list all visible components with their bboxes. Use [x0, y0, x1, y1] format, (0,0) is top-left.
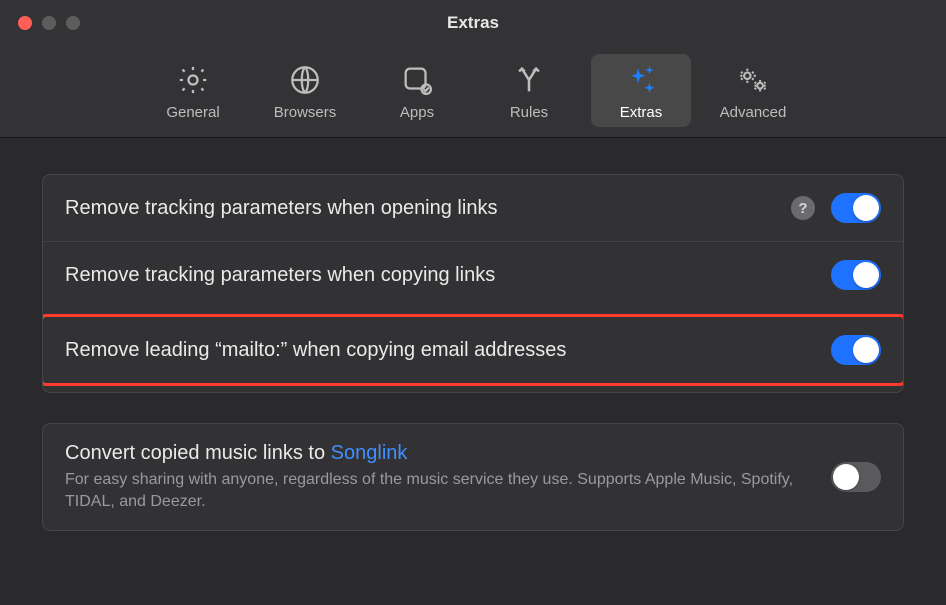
row-label: Remove tracking parameters when opening … — [65, 197, 775, 220]
label-text: Convert copied music links to — [65, 442, 331, 464]
highlighted-row: Remove leading “mailto:” when copying em… — [42, 314, 904, 386]
maximize-window-button[interactable] — [66, 16, 80, 30]
toolbar: General Browsers Apps Rules Extras Advan… — [0, 46, 946, 138]
row-remove-mailto: Remove leading “mailto:” when copying em… — [43, 317, 903, 383]
split-icon — [511, 62, 547, 98]
minimize-window-button[interactable] — [42, 16, 56, 30]
toggle-remove-tracking-copy[interactable] — [831, 260, 881, 290]
tab-advanced[interactable]: Advanced — [703, 54, 803, 127]
tab-label: General — [166, 104, 219, 121]
tab-label: Apps — [400, 104, 434, 121]
settings-card-2: Convert copied music links to Songlink F… — [42, 423, 904, 531]
toggle-remove-tracking-open[interactable] — [831, 193, 881, 223]
tab-general[interactable]: General — [143, 54, 243, 127]
row-label-group: Convert copied music links to Songlink F… — [65, 442, 815, 512]
songlink-link[interactable]: Songlink — [331, 442, 408, 464]
row-label: Remove leading “mailto:” when copying em… — [65, 339, 815, 362]
gear-icon — [175, 62, 211, 98]
toggle-remove-mailto[interactable] — [831, 335, 881, 365]
titlebar: Extras — [0, 0, 946, 46]
tab-rules[interactable]: Rules — [479, 54, 579, 127]
row-songlink: Convert copied music links to Songlink F… — [43, 424, 903, 530]
row-label: Remove tracking parameters when copying … — [65, 264, 815, 287]
app-icon — [399, 62, 435, 98]
row-label: Convert copied music links to Songlink — [65, 442, 815, 465]
tab-label: Extras — [620, 104, 663, 121]
tab-browsers[interactable]: Browsers — [255, 54, 355, 127]
tab-label: Browsers — [274, 104, 337, 121]
gears-icon — [735, 62, 771, 98]
content: Remove tracking parameters when opening … — [0, 138, 946, 567]
globe-icon — [287, 62, 323, 98]
tab-apps[interactable]: Apps — [367, 54, 467, 127]
tab-label: Advanced — [720, 104, 787, 121]
close-window-button[interactable] — [18, 16, 32, 30]
row-remove-tracking-copy: Remove tracking parameters when copying … — [43, 241, 903, 308]
sparkle-icon — [623, 62, 659, 98]
window-title: Extras — [0, 13, 946, 33]
toggle-songlink[interactable] — [831, 462, 881, 492]
tab-label: Rules — [510, 104, 548, 121]
traffic-lights — [0, 16, 80, 30]
tab-extras[interactable]: Extras — [591, 54, 691, 127]
help-button[interactable]: ? — [791, 196, 815, 220]
row-remove-tracking-open: Remove tracking parameters when opening … — [43, 175, 903, 241]
settings-card: Remove tracking parameters when opening … — [42, 174, 904, 393]
row-sublabel: For easy sharing with anyone, regardless… — [65, 469, 815, 512]
